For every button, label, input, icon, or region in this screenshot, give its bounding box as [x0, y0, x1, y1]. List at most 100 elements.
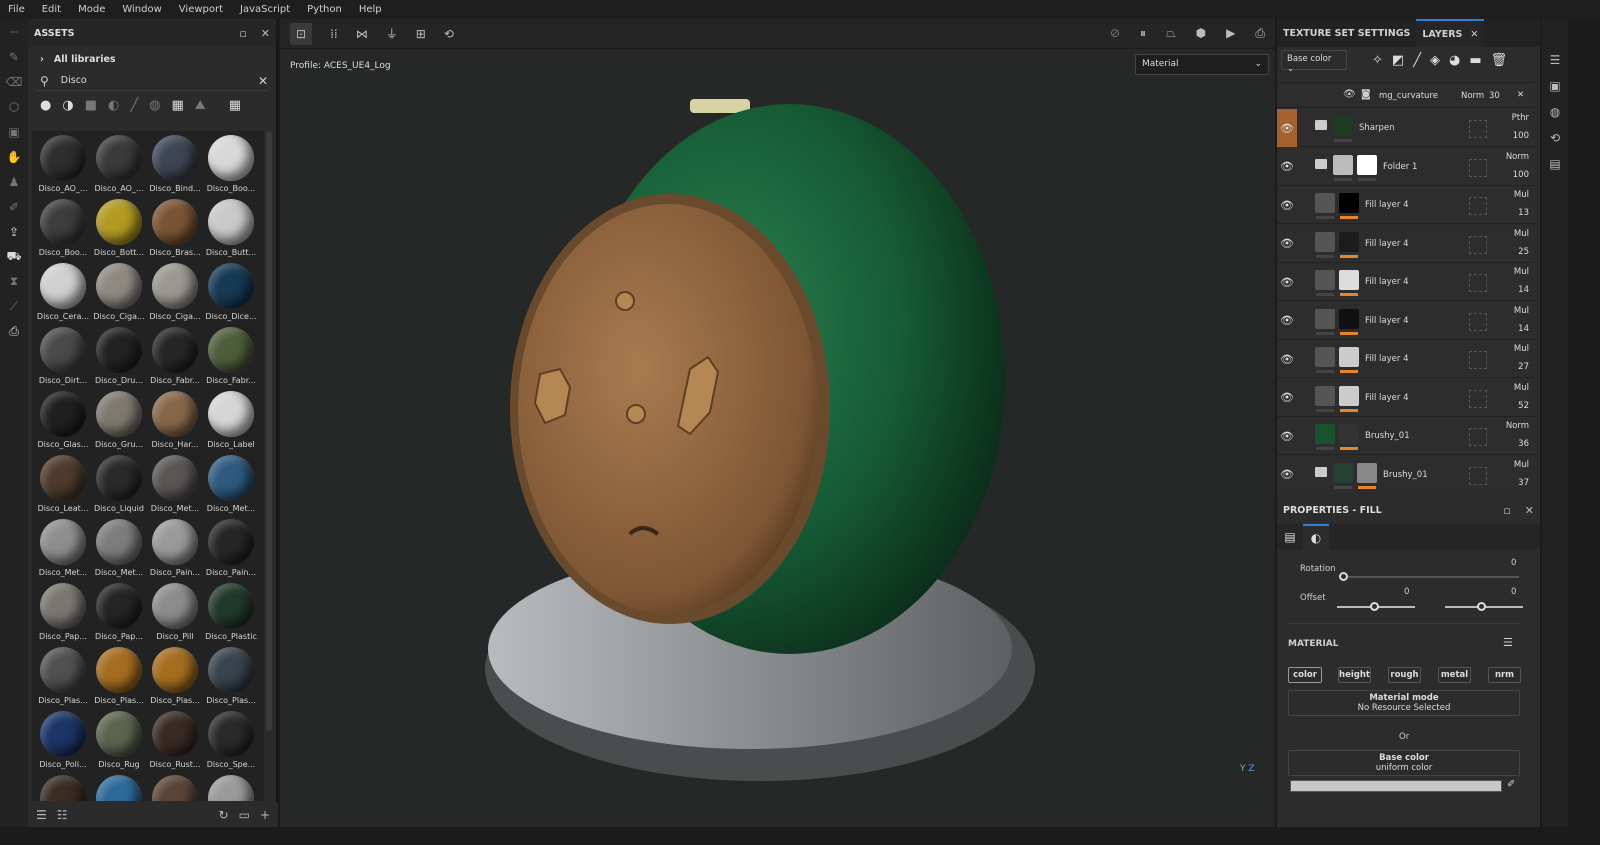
asset-tile[interactable]: Disco_Dirt... [35, 325, 91, 389]
filter-masks-icon[interactable]: ■ [85, 98, 97, 113]
asset-tile[interactable]: Disco_Bott... [91, 197, 147, 261]
asset-tile[interactable] [147, 773, 203, 801]
asset-tile[interactable]: Disco_Dice... [203, 261, 259, 325]
layer-row[interactable]: 👁 Folder 1 Norm 100 [1277, 147, 1535, 186]
remove-icon[interactable]: ✕ [1517, 90, 1524, 100]
opacity-select[interactable]: 36 [1518, 439, 1529, 449]
camera-icon[interactable]: ▶ [1226, 26, 1235, 41]
add-mask-icon[interactable]: ◩ [1392, 53, 1404, 68]
asset-tile[interactable]: Disco_Plas... [35, 645, 91, 709]
view-mode-icon[interactable]: ⏢ [1166, 26, 1176, 41]
eyedropper-icon[interactable]: ✐ [1507, 779, 1515, 790]
add-paint-layer-icon[interactable]: ╱ [1413, 53, 1421, 68]
channel-button-color[interactable]: color [1288, 667, 1322, 683]
visibility-eye-icon[interactable]: 👁 [1277, 148, 1297, 186]
asset-tile[interactable]: Disco_Har... [147, 389, 203, 453]
close-icon[interactable]: ✕ [261, 27, 270, 40]
history-icon[interactable]: ⟲ [444, 27, 454, 41]
filter-smart-materials-icon[interactable]: ◑ [62, 98, 73, 113]
asset-tile[interactable]: Disco_Ciga... [91, 261, 147, 325]
visibility-eye-icon[interactable]: 👁 [1277, 417, 1297, 455]
clear-search-icon[interactable]: ✕ [258, 74, 268, 88]
asset-tile[interactable]: Disco_Pain... [203, 517, 259, 581]
asset-tile[interactable] [203, 773, 259, 801]
asset-tile[interactable]: Disco_Pap... [35, 581, 91, 645]
visibility-eye-icon[interactable]: 👁 [1277, 263, 1297, 301]
clone-tool[interactable]: ♟ [0, 169, 28, 194]
grid-view-icon[interactable]: ▦ [229, 98, 241, 113]
blend-mode-select[interactable]: Mul [1514, 229, 1529, 239]
asset-tile[interactable]: Disco_AO_... [35, 133, 91, 197]
add-fill-layer-icon[interactable]: ◈ [1430, 53, 1440, 68]
visibility-eye-icon[interactable]: 👁 [1277, 302, 1297, 340]
opacity-select[interactable]: 37 [1518, 478, 1529, 488]
material-options-icon[interactable]: ☰ [1503, 636, 1513, 649]
asset-tile[interactable] [91, 773, 147, 801]
screenshot-icon[interactable]: ⎙ [1255, 26, 1265, 41]
offset-x-value[interactable]: 0 [1404, 587, 1409, 597]
opacity-select[interactable]: 52 [1518, 401, 1529, 411]
filter-environments-icon[interactable]: ⛰ [195, 98, 206, 113]
layer-row[interactable]: 👁 Fill layer 4 Mul 14 [1277, 301, 1535, 340]
add-folder-icon[interactable]: ▬ [1469, 53, 1481, 68]
asset-tile[interactable]: Disco_Rug [91, 709, 147, 773]
blend-mode-select[interactable]: Mul [1514, 267, 1529, 277]
hide-icon[interactable]: ⊘ [1110, 26, 1120, 41]
mask-effect-row[interactable]: 👁 ◙ mg_curvature Norm 30 ✕ [1277, 83, 1535, 108]
undock-icon[interactable]: ▫ [239, 27, 246, 40]
asset-tile[interactable]: Disco_Bras... [147, 197, 203, 261]
filter-generators-icon[interactable]: ◐ [108, 98, 119, 113]
asset-tile[interactable]: Disco_Butt... [203, 197, 259, 261]
refresh-icon[interactable]: ↻ [219, 808, 229, 822]
grid-dropdown-icon[interactable]: ⁞⁞ [330, 27, 338, 41]
close-icon[interactable]: ✕ [1525, 504, 1534, 517]
viewport[interactable]: ⊡ ⁞⁞ ⋈ ⏚ ⊞ ⟲ ⊘ ⏸ ⏢ ⬢ ▶ ⎙ Profile: ACES_U… [280, 19, 1275, 827]
blend-mode-select[interactable]: Norm [1506, 152, 1529, 162]
layer-row[interactable]: 👁 Fill layer 4 Mul 52 [1277, 378, 1535, 417]
channel-select[interactable]: Base color ⌄ [1281, 50, 1347, 74]
layer-drop-slot[interactable] [1469, 197, 1487, 215]
visibility-eye-icon[interactable]: 👁 [1277, 379, 1297, 417]
asset-tile[interactable] [35, 773, 91, 801]
asset-tile[interactable]: Disco_Rust... [147, 709, 203, 773]
layer-row[interactable]: 👁 Fill layer 4 Mul 27 [1277, 340, 1535, 378]
search-input[interactable] [60, 75, 246, 86]
add-effect-icon[interactable]: ✧ [1372, 53, 1383, 68]
layer-row[interactable]: 👁 Brushy_01 Norm 36 [1277, 417, 1535, 455]
asset-tile[interactable]: Disco_Boo... [203, 133, 259, 197]
sort-icon[interactable]: ☷ [57, 808, 68, 822]
asset-tile[interactable]: Disco_Met... [91, 517, 147, 581]
display-settings-icon[interactable]: ▣ [1549, 79, 1560, 93]
filter-materials-icon[interactable]: ● [40, 98, 51, 113]
layer-row[interactable]: 👁 Fill layer 4 Mul 25 [1277, 224, 1535, 263]
asset-tile[interactable]: Disco_Spe... [203, 709, 259, 773]
opacity-select[interactable]: 25 [1518, 247, 1529, 257]
assets-panel-icon[interactable]: ⇪ [0, 219, 28, 244]
blend-mode-select[interactable]: Mul [1514, 383, 1529, 393]
visibility-eye-icon[interactable]: 👁 [1277, 109, 1297, 147]
color-picker-tool[interactable]: ✐ [0, 194, 28, 219]
layer-row[interactable]: 👁 Fill layer 4 Mul 13 [1277, 186, 1535, 224]
symmetry-y-icon[interactable]: ⏚ [386, 25, 398, 42]
layer-row[interactable]: 👁 Brushy_01 Mul 37 [1277, 455, 1535, 493]
channel-button-height[interactable]: height [1338, 667, 1371, 683]
layer-drop-slot[interactable] [1469, 312, 1487, 331]
visibility-eye-icon[interactable]: 👁 [1277, 340, 1297, 378]
menu-python[interactable]: Python [307, 4, 342, 15]
polygon-fill-tool[interactable]: ▣ [0, 119, 28, 144]
layers-panel-icon[interactable]: ☰ [1550, 53, 1561, 67]
tab-layers[interactable]: LAYERS ✕ [1416, 19, 1485, 47]
history-icon[interactable]: ⧗ [0, 269, 28, 294]
asset-tile[interactable]: Disco_Leat... [35, 453, 91, 517]
menu-mode[interactable]: Mode [78, 4, 105, 15]
layer-row[interactable]: 👁 Fill layer 4 Mul 14 [1277, 263, 1535, 301]
asset-tile[interactable]: Disco_Gru... [91, 389, 147, 453]
smudge-tool[interactable]: ✋ [0, 144, 28, 169]
menu-viewport[interactable]: Viewport [179, 4, 223, 15]
menu-window[interactable]: Window [122, 4, 161, 15]
effect-opacity[interactable]: 30 [1489, 91, 1500, 101]
opacity-select[interactable]: 100 [1513, 170, 1529, 180]
base-color-box[interactable]: Base color uniform color [1288, 750, 1520, 776]
tab-texture-set-settings[interactable]: TEXTURE SET SETTINGS [1277, 19, 1416, 47]
opacity-select[interactable]: 13 [1518, 208, 1529, 218]
